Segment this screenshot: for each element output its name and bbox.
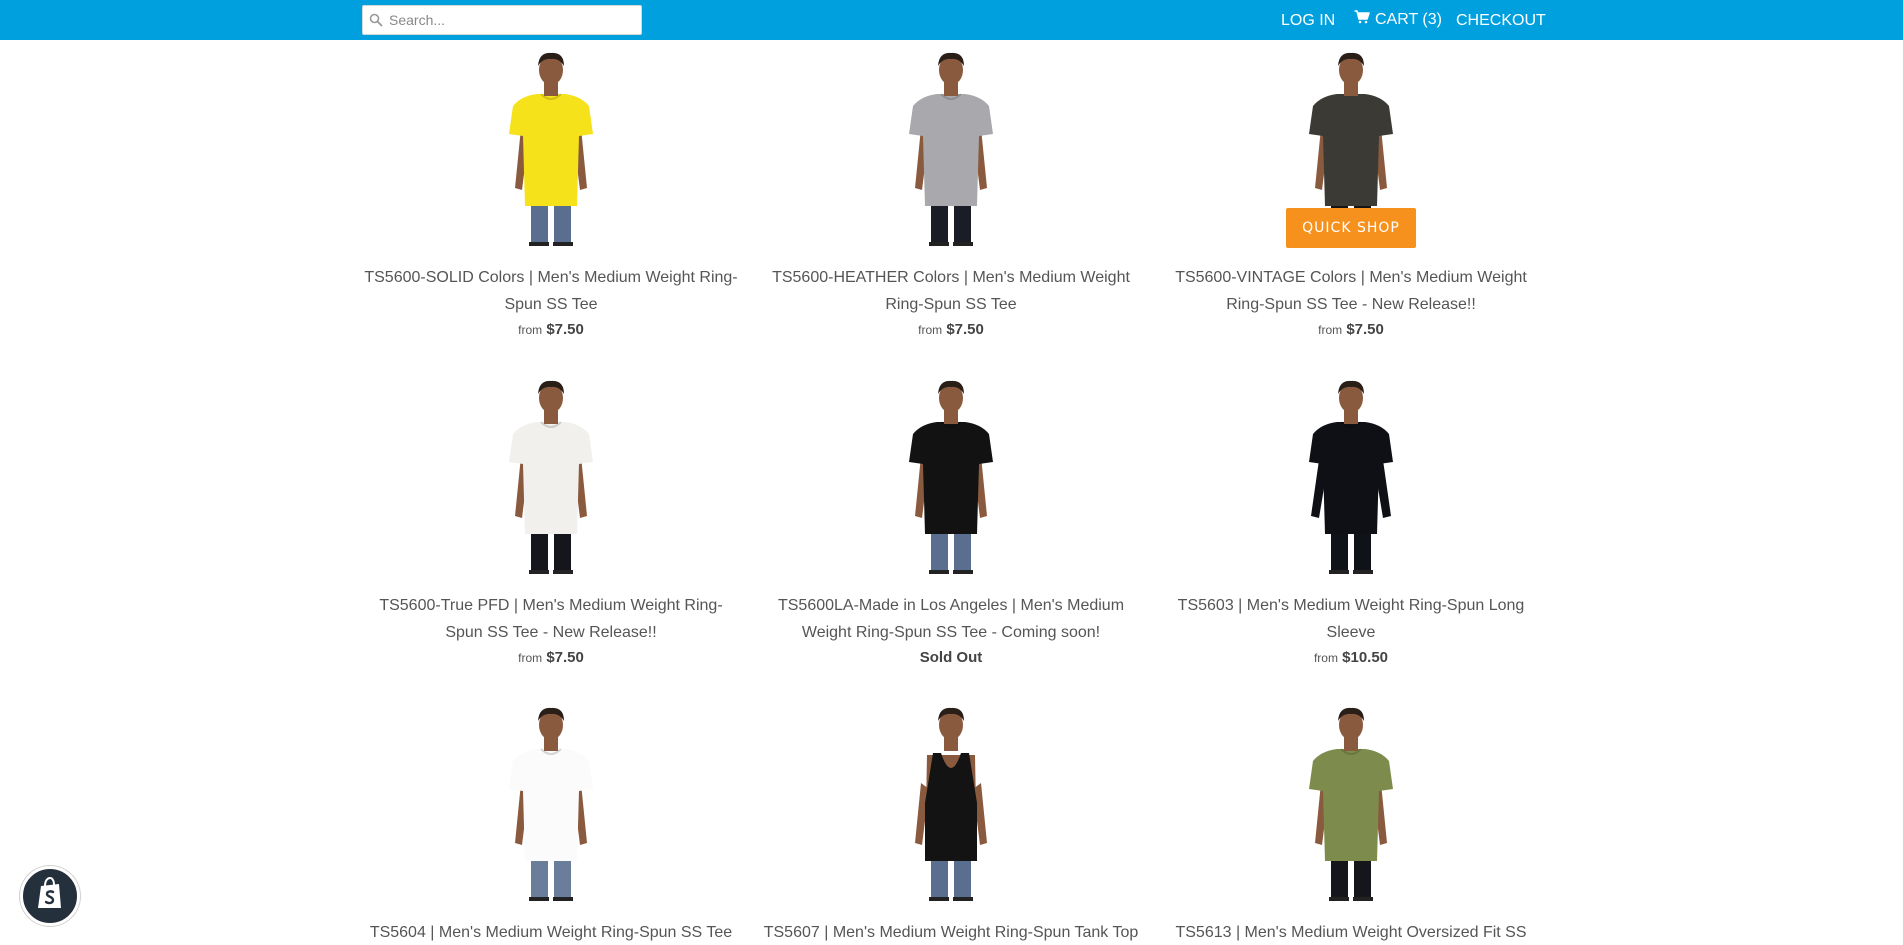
product-card[interactable]: TS5600-SOLID Colors | Men's Medium Weigh…	[361, 48, 741, 341]
price-from-label: from	[518, 323, 543, 337]
top-navigation-bar: LOG IN CART (3) CHECKOUT	[0, 0, 1903, 40]
product-image[interactable]	[891, 48, 1011, 246]
product-title[interactable]: TS5603 | Men's Medium Weight Ring-Spun L…	[1161, 592, 1541, 646]
model-illustration	[509, 707, 593, 901]
cart-link[interactable]: CART (3)	[1354, 10, 1442, 29]
product-image[interactable]	[491, 376, 611, 574]
price-value: $7.50	[546, 649, 584, 666]
product-card[interactable]: TS5600-True PFD | Men's Medium Weight Ri…	[361, 376, 741, 669]
login-link[interactable]: LOG IN	[1281, 12, 1335, 30]
model-illustration	[1309, 707, 1393, 901]
price-value: $10.50	[1342, 649, 1389, 666]
search-icon	[363, 6, 389, 34]
product-card[interactable]: TS5604 | Men's Medium Weight Ring-Spun S…	[361, 703, 741, 945]
search-box[interactable]	[362, 5, 642, 35]
product-image[interactable]	[1291, 376, 1411, 574]
price-from-label: from	[918, 323, 943, 337]
price-from-label: from	[1313, 651, 1338, 665]
product-card[interactable]: TS5600-HEATHER Colors | Men's Medium Wei…	[761, 48, 1141, 341]
product-price: from $7.50	[1161, 319, 1541, 341]
model-illustration	[1309, 380, 1393, 574]
product-title[interactable]: TS5600LA-Made in Los Angeles | Men's Med…	[761, 592, 1141, 646]
price-value: $7.50	[946, 321, 984, 338]
product-image[interactable]	[491, 703, 611, 901]
model-illustration	[909, 380, 993, 574]
product-card[interactable]: QUICK SHOP TS5600-VINTAGE Colors | Men's…	[1161, 48, 1541, 341]
product-card[interactable]: TS5603 | Men's Medium Weight Ring-Spun L…	[1161, 376, 1541, 669]
model-illustration	[509, 380, 593, 574]
quick-shop-button[interactable]: QUICK SHOP	[1286, 208, 1416, 248]
search-input[interactable]	[389, 7, 637, 33]
product-title[interactable]: TS5613 | Men's Medium Weight Oversized F…	[1161, 919, 1541, 945]
price-value: $7.50	[546, 321, 584, 338]
product-card[interactable]: TS5600LA-Made in Los Angeles | Men's Med…	[761, 376, 1141, 669]
product-image[interactable]	[491, 48, 611, 246]
shopify-bag-icon	[35, 876, 65, 916]
checkout-link[interactable]: CHECKOUT	[1456, 12, 1546, 30]
product-price: Sold Out	[761, 647, 1141, 669]
product-title[interactable]: TS5600-HEATHER Colors | Men's Medium Wei…	[761, 264, 1141, 318]
product-price: from $10.50	[1161, 647, 1541, 669]
cart-icon	[1354, 10, 1370, 29]
product-title[interactable]: TS5600-SOLID Colors | Men's Medium Weigh…	[361, 264, 741, 318]
product-image[interactable]	[891, 376, 1011, 574]
price-value: $7.50	[1346, 321, 1384, 338]
product-image[interactable]	[891, 703, 1011, 901]
product-card[interactable]: TS5613 | Men's Medium Weight Oversized F…	[1161, 703, 1541, 945]
product-card[interactable]: TS5607 | Men's Medium Weight Ring-Spun T…	[761, 703, 1141, 945]
model-illustration	[909, 52, 993, 246]
product-title[interactable]: TS5607 | Men's Medium Weight Ring-Spun T…	[761, 919, 1141, 945]
model-illustration	[509, 52, 593, 246]
product-price: from $7.50	[361, 319, 741, 341]
price-from-label: from	[1318, 323, 1343, 337]
product-title[interactable]: TS5600-VINTAGE Colors | Men's Medium Wei…	[1161, 264, 1541, 318]
shopify-chat-badge[interactable]	[20, 866, 80, 926]
model-illustration	[915, 707, 987, 901]
sold-out-label: Sold Out	[919, 649, 983, 666]
product-title[interactable]: TS5604 | Men's Medium Weight Ring-Spun S…	[361, 919, 741, 945]
cart-label: CART (3)	[1375, 10, 1442, 28]
product-image[interactable]: QUICK SHOP	[1286, 48, 1416, 248]
product-price: from $7.50	[761, 319, 1141, 341]
product-price: from $7.50	[361, 647, 741, 669]
product-image[interactable]	[1291, 703, 1411, 901]
price-from-label: from	[518, 651, 543, 665]
product-title[interactable]: TS5600-True PFD | Men's Medium Weight Ri…	[361, 592, 741, 646]
